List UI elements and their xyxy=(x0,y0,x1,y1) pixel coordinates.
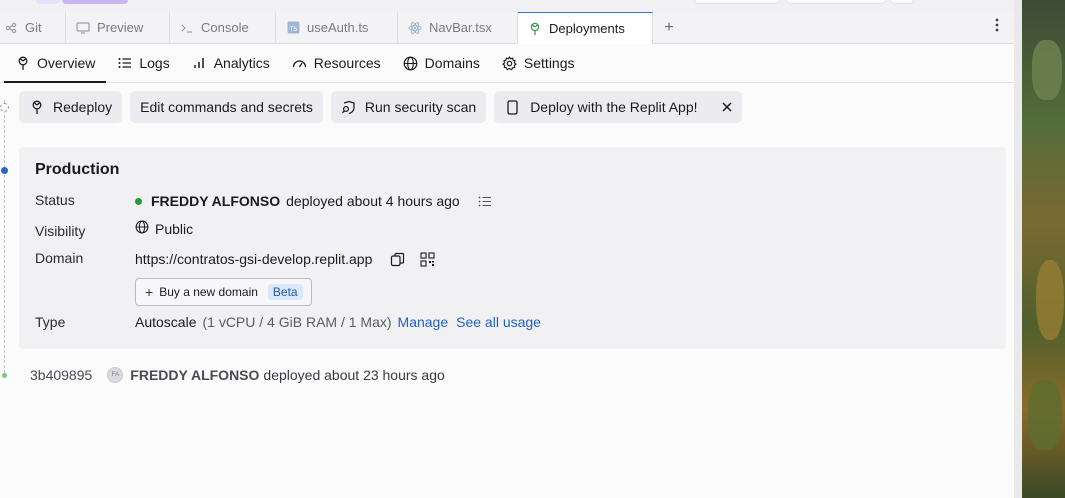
subnav-analytics[interactable]: Analytics xyxy=(181,44,281,82)
plus-icon: + xyxy=(145,284,154,300)
tab-console[interactable]: Console xyxy=(170,12,276,43)
status-text: deployed about 4 hours ago xyxy=(286,193,460,209)
type-label: Type xyxy=(35,314,66,330)
production-card: Production Status FREDDY ALFONSO deploye… xyxy=(19,147,1006,349)
phone-icon xyxy=(504,99,520,115)
avatar: FA xyxy=(107,367,124,383)
subnav-domains[interactable]: Domains xyxy=(392,44,491,82)
tab-navbar[interactable]: NavBar.tsx xyxy=(398,12,518,43)
type-name: Autoscale xyxy=(135,314,197,330)
production-title: Production xyxy=(35,161,120,178)
timeline-node-previous xyxy=(2,373,7,378)
status-value: FREDDY ALFONSO deployed about 4 hours ag… xyxy=(135,192,494,210)
monitor-icon xyxy=(76,21,90,35)
deploy-app-banner[interactable]: Deploy with the Replit App! xyxy=(494,91,742,123)
tab-label: NavBar.tsx xyxy=(429,20,492,35)
domain-url[interactable]: https://contratos-gsi-develop.replit.app xyxy=(135,251,372,267)
subnav-overview[interactable]: Overview xyxy=(4,44,107,83)
globe-icon xyxy=(403,56,418,71)
copy-icon[interactable] xyxy=(388,250,406,268)
beta-badge: Beta xyxy=(267,284,303,300)
visibility-label: Visibility xyxy=(35,223,86,239)
subnav-resources[interactable]: Resources xyxy=(281,44,392,82)
status-dot xyxy=(135,197,142,205)
type-value: Autoscale (1 vCPU / 4 GiB RAM / 1 Max) M… xyxy=(135,314,541,330)
gauge-icon xyxy=(292,56,307,71)
tab-label: useAuth.ts xyxy=(307,20,369,35)
previous-user: FREDDY ALFONSO xyxy=(130,367,260,383)
edit-commands-button[interactable]: Edit commands and secrets xyxy=(130,91,323,123)
tab-label: Preview xyxy=(97,20,144,35)
tab-deployments[interactable]: Deployments xyxy=(518,12,653,44)
deployments-icon xyxy=(29,99,45,115)
top-toolbar-edge xyxy=(0,0,1014,12)
see-usage-link[interactable]: See all usage xyxy=(456,314,541,330)
manage-link[interactable]: Manage xyxy=(398,314,449,330)
edit-commands-label: Edit commands and secrets xyxy=(140,99,313,115)
subnav-settings[interactable]: Settings xyxy=(491,44,586,82)
domain-label: Domain xyxy=(35,250,84,266)
editor-tab-bar: Git Preview Console TS useAuth.ts NavBar… xyxy=(0,12,1014,44)
typescript-file-icon: TS xyxy=(286,21,300,35)
redeploy-button[interactable]: Redeploy xyxy=(19,91,123,123)
subnav-logs[interactable]: Logs xyxy=(106,44,180,82)
deployment-hash: 3b409895 xyxy=(30,367,93,383)
status-user: FREDDY ALFONSO xyxy=(151,193,281,209)
list-icon[interactable] xyxy=(476,192,494,210)
timeline-node-production xyxy=(1,167,8,174)
security-scan-label: Run security scan xyxy=(364,99,477,115)
redeploy-label: Redeploy xyxy=(53,99,113,115)
new-tab-button[interactable]: + xyxy=(653,12,685,43)
globe-icon xyxy=(135,220,149,237)
deployment-subnav: Overview Logs Analytics Resources Domain… xyxy=(0,44,1014,83)
subnav-label: Settings xyxy=(523,55,575,71)
list-icon xyxy=(117,56,132,71)
deployment-actions: Redeploy Edit commands and secrets Run s… xyxy=(19,91,742,123)
subnav-label: Logs xyxy=(139,55,170,71)
tab-preview[interactable]: Preview xyxy=(66,12,170,43)
subnav-label: Analytics xyxy=(213,55,270,71)
buy-domain-label: Buy a new domain xyxy=(159,285,258,299)
qr-code-icon[interactable] xyxy=(418,250,436,268)
tab-label: Deployments xyxy=(549,21,625,36)
buy-domain-button[interactable]: + Buy a new domain Beta xyxy=(135,278,312,306)
timeline-node-pending xyxy=(0,103,9,112)
plus-icon: + xyxy=(664,18,674,36)
close-icon[interactable] xyxy=(718,98,736,116)
tab-useauth[interactable]: TS useAuth.ts xyxy=(276,12,398,43)
terminal-icon xyxy=(180,21,194,35)
visibility-value: Public xyxy=(135,220,193,237)
more-vertical-icon xyxy=(995,18,999,37)
tab-git[interactable]: Git xyxy=(0,12,66,43)
shield-scan-icon xyxy=(341,99,357,115)
gear-icon xyxy=(502,55,517,71)
subnav-label: Resources xyxy=(313,55,381,71)
type-spec: (1 vCPU / 4 GiB RAM / 1 Max) xyxy=(202,314,392,330)
deployments-icon xyxy=(15,56,30,71)
deploy-app-label: Deploy with the Replit App! xyxy=(530,99,698,115)
bar-chart-icon xyxy=(192,56,207,71)
desktop-wallpaper xyxy=(1014,0,1065,498)
react-file-icon xyxy=(408,21,422,35)
tab-label: Git xyxy=(25,20,42,35)
subnav-label: Domains xyxy=(424,55,480,71)
svg-text:TS: TS xyxy=(288,26,297,33)
previous-deployment-row[interactable]: 3b409895 FA FREDDY ALFONSO deployed abou… xyxy=(30,366,445,384)
security-scan-button[interactable]: Run security scan xyxy=(330,91,487,123)
status-label: Status xyxy=(35,192,75,208)
domain-value: https://contratos-gsi-develop.replit.app xyxy=(135,250,436,268)
previous-text: deployed about 23 hours ago xyxy=(263,367,445,383)
subnav-label: Overview xyxy=(37,55,96,71)
tab-options-button[interactable] xyxy=(980,12,1014,43)
deployment-timeline xyxy=(4,100,5,378)
tab-label: Console xyxy=(201,20,249,35)
visibility-text: Public xyxy=(155,220,194,237)
deployments-pane: Git Preview Console TS useAuth.ts NavBar… xyxy=(0,0,1014,498)
deployments-icon xyxy=(528,22,542,36)
git-icon xyxy=(4,21,18,35)
